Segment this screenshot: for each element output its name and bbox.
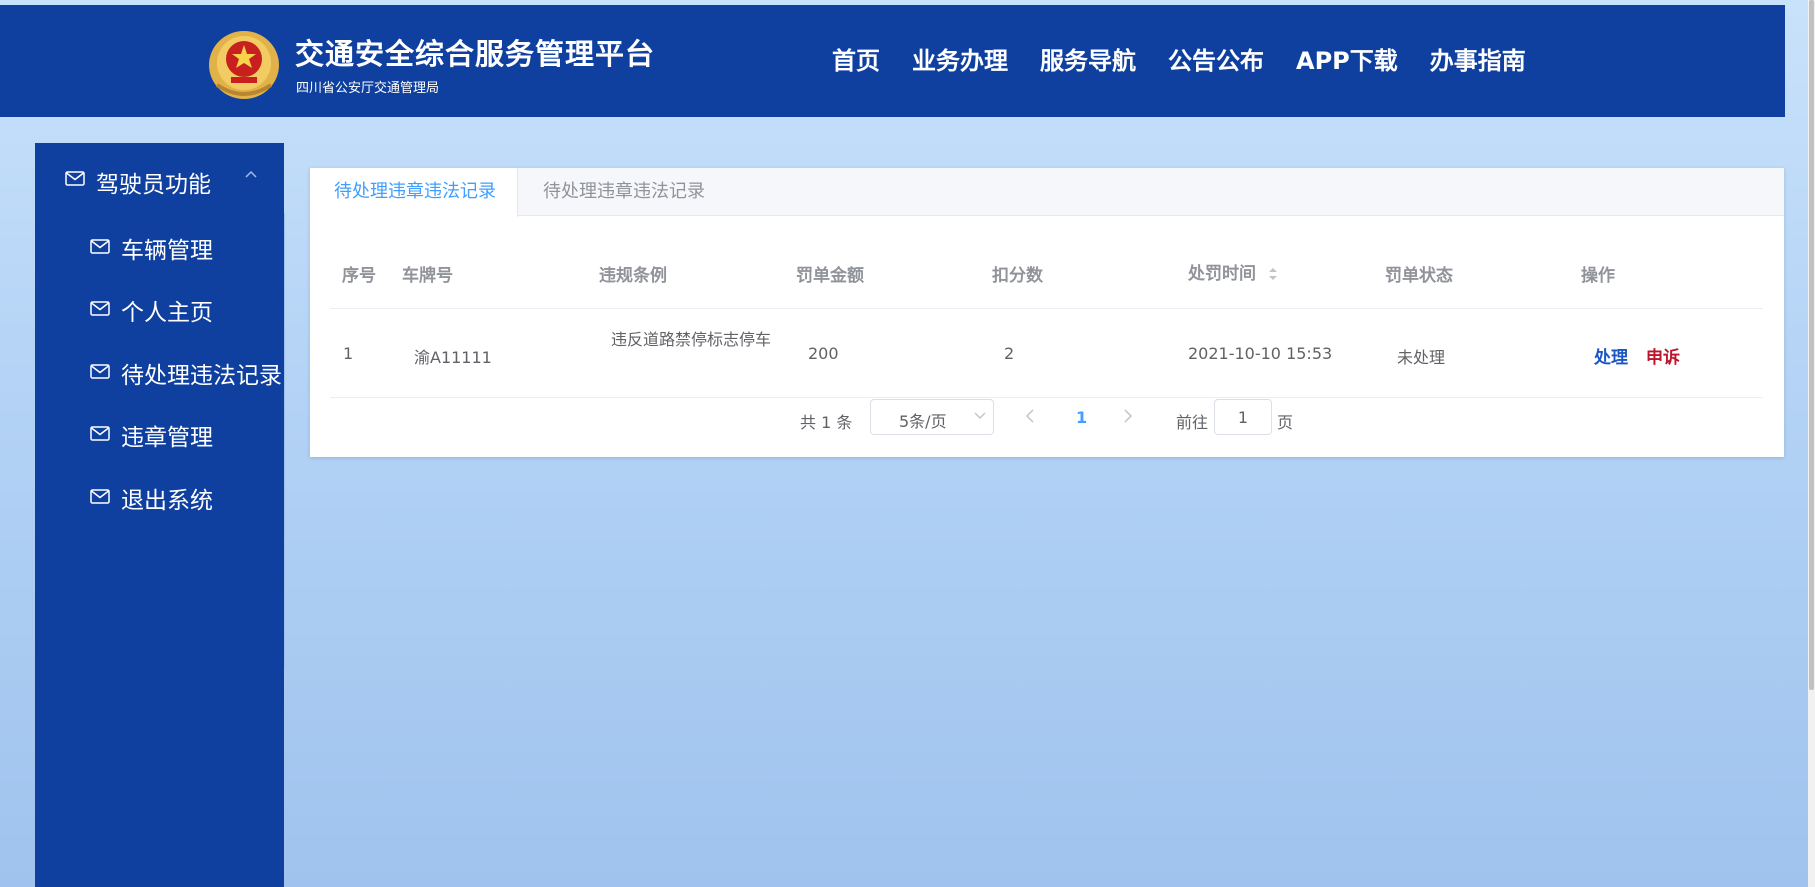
nav-home[interactable]: 首页	[832, 41, 880, 76]
page-number-current[interactable]: 1	[1076, 408, 1087, 427]
chevron-up-icon	[245, 170, 257, 178]
mail-icon	[90, 301, 110, 316]
mail-icon	[90, 489, 110, 504]
police-emblem-icon	[209, 31, 279, 99]
goto-label: 前往	[1176, 413, 1209, 432]
mail-icon	[90, 426, 110, 441]
violations-card: 待处理违章违法记录 待处理违章违法记录 序号 车牌号 违规条例 罚单金额 扣分数…	[310, 168, 1784, 457]
tab-pending-records-2[interactable]: 待处理违章违法记录	[519, 168, 729, 216]
sidebar-item-label: 退出系统	[121, 488, 213, 514]
sidebar-divider	[284, 213, 285, 668]
tab-pending-records[interactable]: 待处理违章违法记录	[310, 168, 518, 217]
sidebar-item-personal-home[interactable]: 个人主页	[35, 279, 284, 335]
table-row-divider	[330, 397, 1763, 398]
platform-title: 交通安全综合服务管理平台	[295, 37, 656, 71]
appeal-button[interactable]: 申诉	[1646, 343, 1680, 368]
nav-business[interactable]: 业务办理	[912, 41, 1008, 76]
top-header: 交通安全综合服务管理平台 四川省公安厅交通管理局 首页 业务办理 服务导航 公告…	[0, 5, 1785, 117]
sidebar-item-violation-management[interactable]: 违章管理	[35, 404, 284, 460]
sidebar-item-label: 车辆管理	[121, 238, 213, 264]
sidebar-item-label: 待处理违法记录	[121, 363, 282, 389]
mail-icon	[65, 171, 85, 186]
next-page-icon[interactable]	[1123, 409, 1133, 423]
platform-subtitle: 四川省公安厅交通管理局	[296, 81, 440, 96]
table-header-divider	[330, 308, 1763, 309]
sidebar-item-logout[interactable]: 退出系统	[35, 467, 284, 523]
nav-guide[interactable]: 办事指南	[1430, 41, 1526, 76]
sidebar-item-label: 个人主页	[121, 300, 213, 326]
mail-icon	[90, 364, 110, 379]
column-header-plate: 车牌号	[402, 266, 453, 286]
sidebar-group-label: 驾驶员功能	[96, 172, 211, 198]
sort-icon[interactable]	[1268, 266, 1278, 282]
pagination-total: 共 1 条	[800, 413, 853, 432]
sidebar-item-label: 违章管理	[121, 425, 213, 451]
column-header-violation: 违规条例	[599, 266, 667, 286]
tab-bar: 待处理违章违法记录 待处理违章违法记录	[310, 168, 1784, 217]
cell-fine: 200	[808, 344, 839, 363]
nav-announcements[interactable]: 公告公布	[1168, 41, 1264, 76]
sidebar-group-driver[interactable]: 驾驶员功能	[35, 143, 284, 213]
column-header-time-label: 处罚时间	[1188, 264, 1256, 284]
cell-index: 1	[343, 344, 354, 363]
cell-points: 2	[1004, 344, 1015, 363]
top-nav: 首页 业务办理 服务导航 公告公布 APP下载 办事指南	[832, 41, 1526, 76]
chevron-down-icon	[974, 412, 986, 419]
page-size-select[interactable]: 5条/页	[870, 399, 994, 435]
goto-page-input[interactable]	[1214, 399, 1272, 435]
column-header-points: 扣分数	[992, 266, 1043, 286]
column-header-time[interactable]: 处罚时间	[1188, 259, 1278, 284]
sidebar-item-vehicle-management[interactable]: 车辆管理	[35, 217, 284, 273]
cell-status: 未处理	[1397, 348, 1446, 367]
cell-plate: 渝A11111	[414, 348, 492, 367]
column-header-index: 序号	[342, 266, 376, 286]
sidebar-item-pending-violations[interactable]: 待处理违法记录	[35, 342, 284, 398]
cell-violation: 违反道路禁停标志停车	[611, 330, 772, 349]
page-size-value: 5条/页	[899, 412, 947, 431]
handle-button[interactable]: 处理	[1594, 343, 1628, 368]
mail-icon	[90, 239, 110, 254]
scrollbar-thumb[interactable]	[1809, 0, 1814, 690]
page-scrollbar[interactable]	[1808, 0, 1815, 887]
nav-app-download[interactable]: APP下载	[1296, 41, 1398, 76]
prev-page-icon[interactable]	[1025, 409, 1035, 423]
page-suffix: 页	[1277, 413, 1294, 432]
sidebar: 驾驶员功能 车辆管理 个人主页 待处理违法记录 违章管理 退出系统	[35, 143, 285, 887]
column-header-fine: 罚单金额	[796, 266, 864, 286]
nav-service-guide[interactable]: 服务导航	[1040, 41, 1136, 76]
column-header-actions: 操作	[1581, 266, 1615, 286]
cell-time: 2021-10-10 15:53	[1188, 344, 1333, 363]
column-header-status: 罚单状态	[1385, 266, 1453, 286]
